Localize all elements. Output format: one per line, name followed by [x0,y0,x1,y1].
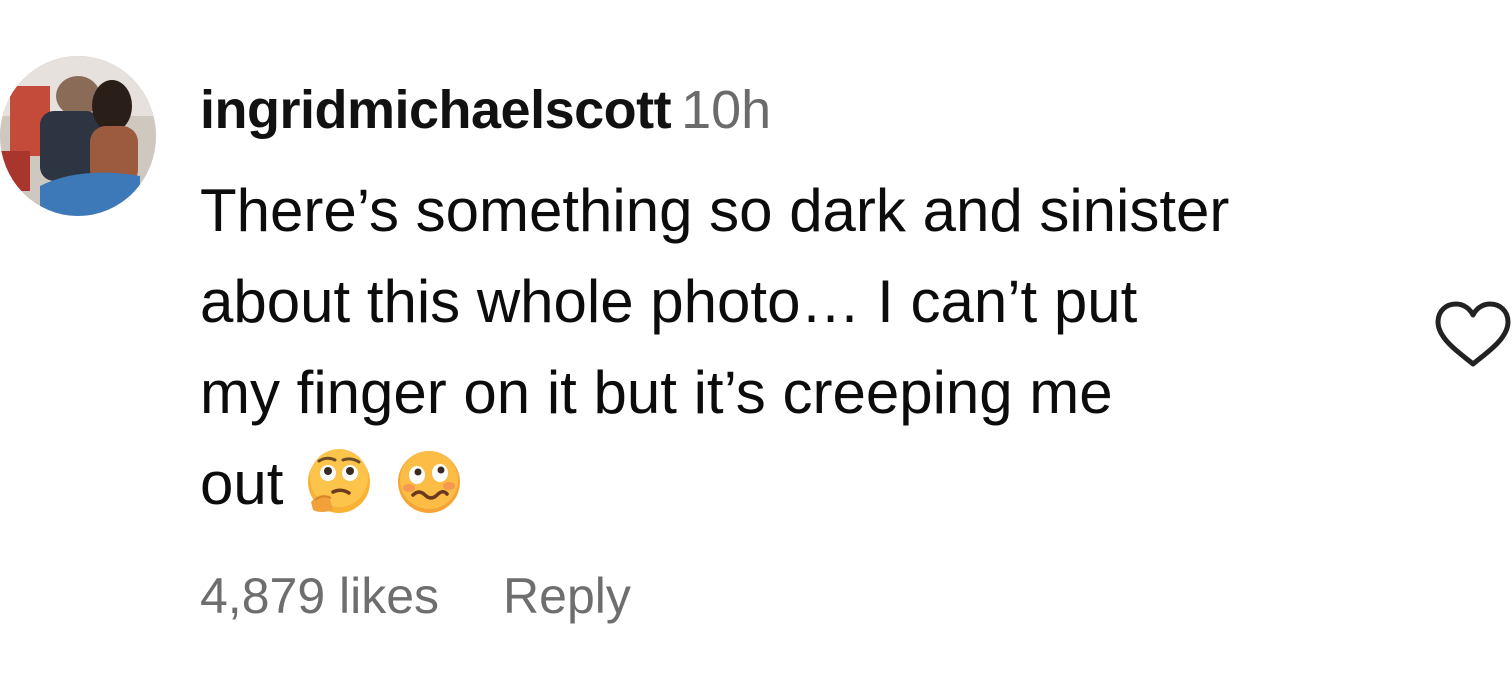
avatar-photo [0,56,156,216]
reply-button[interactable]: Reply [503,568,631,624]
comment-header: ingridmichaelscott 10h [200,78,771,142]
comment-text-line: There’s something so dark and sinister [200,177,1230,244]
username[interactable]: ingridmichaelscott [200,80,672,140]
likes-count[interactable]: 4,879 likes [200,568,439,624]
comment-text: There’s something so dark and sinister a… [200,165,1410,529]
thinking-face-emoji [305,448,373,516]
comment: ingridmichaelscott 10h There’s something … [0,0,1512,688]
heart-icon[interactable] [1434,300,1512,370]
woozy-face-emoji [395,448,463,516]
comment-last-line: out [200,438,1410,529]
comment-footer: 4,879 likes Reply [200,566,631,626]
comment-text-line: about this whole photo… I can’t put [200,268,1138,335]
comment-text-line: out [200,450,284,517]
avatar[interactable] [0,56,156,216]
timestamp: 10h [681,80,772,140]
comment-text-line: my finger on it but it’s creeping me [200,359,1113,426]
